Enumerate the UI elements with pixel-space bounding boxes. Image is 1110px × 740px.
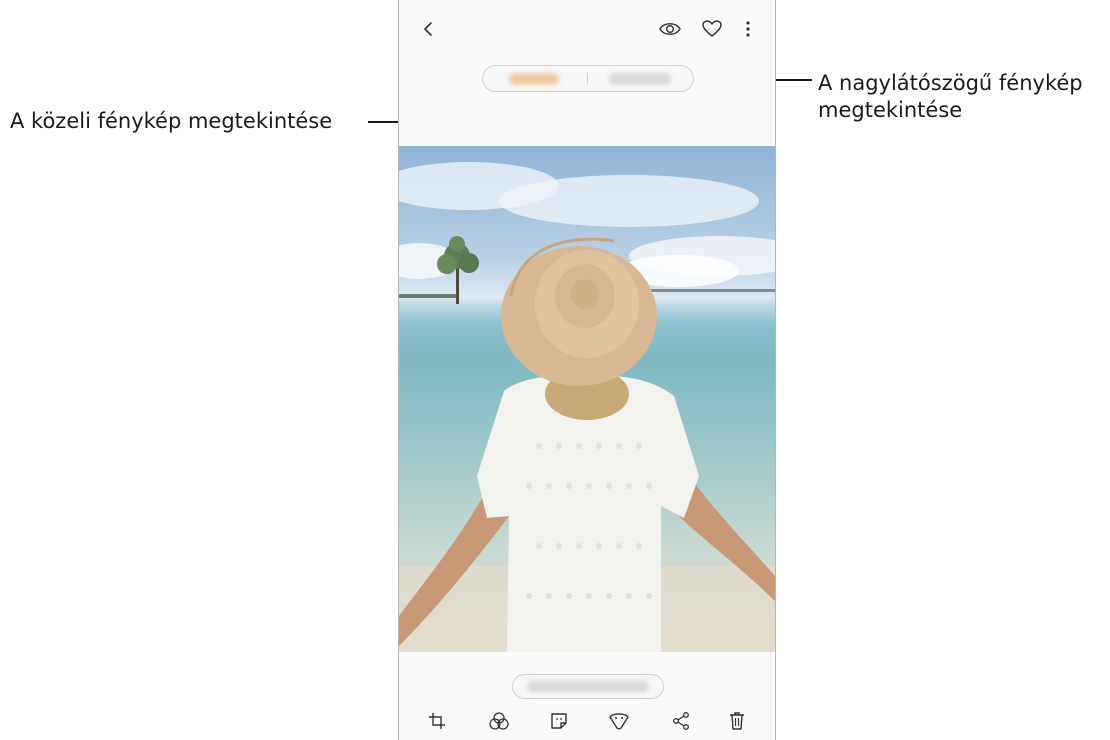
photo-viewer[interactable]: [399, 146, 775, 652]
top-toolbar: [399, 0, 775, 60]
wide-angle-annotation-line1: A nagylátószögű fénykép: [818, 71, 1083, 95]
close-up-annotation: A közeli fénykép megtekintése: [10, 109, 333, 133]
view-toggle: [482, 65, 694, 92]
wide-angle-annotation-line2: megtekintése: [818, 98, 963, 122]
bottom-toolbar: [399, 706, 775, 740]
decoration-icon[interactable]: [607, 709, 631, 733]
filter-icon[interactable]: [487, 709, 511, 733]
bixby-vision-icon[interactable]: [657, 18, 683, 40]
phone-screen: [398, 0, 776, 740]
beach-photo-image: [399, 162, 775, 652]
delete-icon[interactable]: [725, 709, 749, 733]
share-icon[interactable]: [669, 709, 693, 733]
toggle-divider: [587, 73, 588, 85]
back-icon[interactable]: [417, 18, 439, 40]
crop-rotate-icon[interactable]: [425, 709, 449, 733]
caption-button-label: [527, 681, 649, 692]
close-up-view-button[interactable]: [509, 73, 559, 85]
sticker-icon[interactable]: [547, 709, 571, 733]
caption-button[interactable]: [512, 674, 664, 699]
more-options-icon[interactable]: [737, 18, 759, 40]
wide-angle-view-button[interactable]: [609, 73, 671, 85]
wide-angle-annotation: A nagylátószögű fénykép megtekintése: [818, 70, 1083, 124]
favorite-heart-icon[interactable]: [701, 18, 723, 40]
